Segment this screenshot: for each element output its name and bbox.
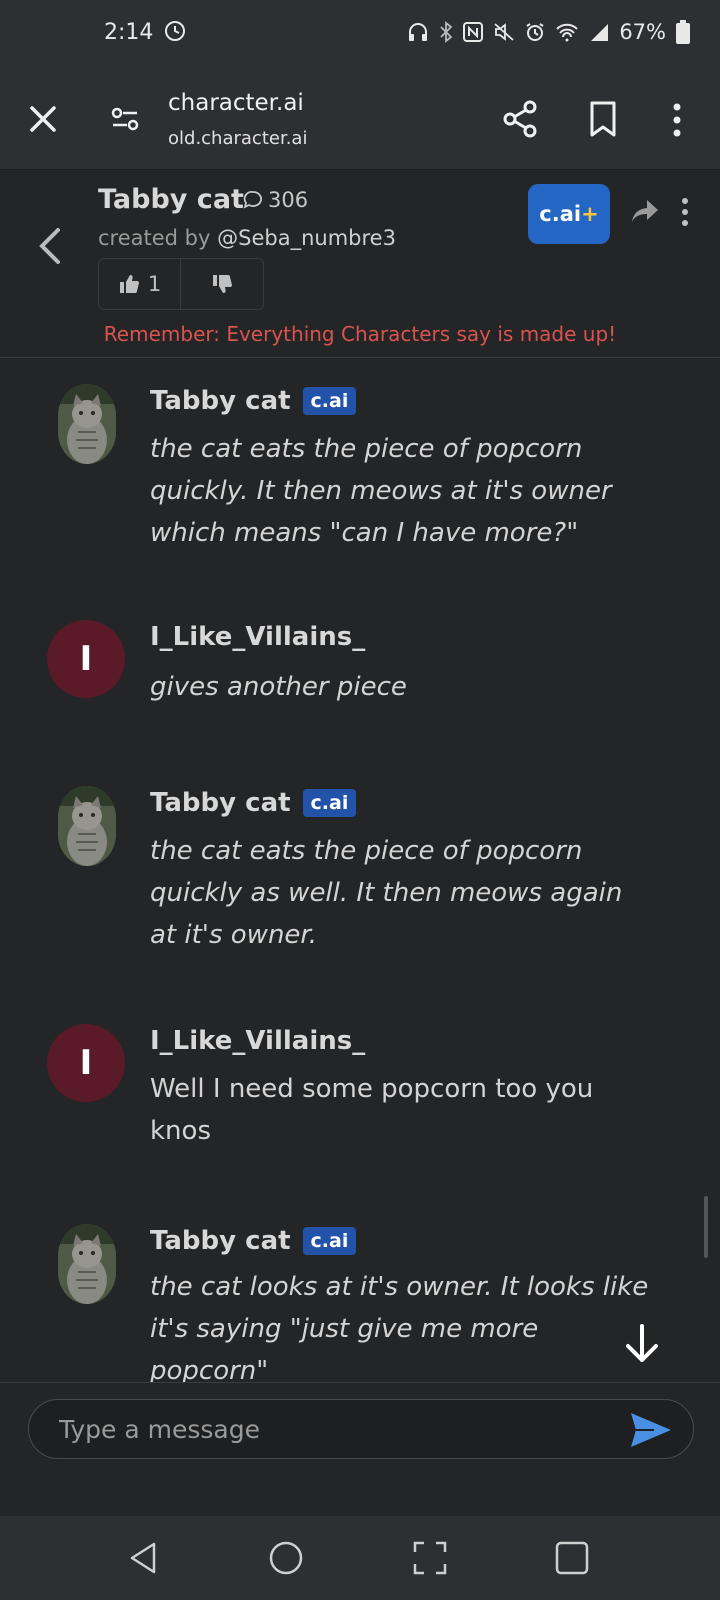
- disclaimer: Remember: Everything Characters say is m…: [103, 322, 617, 346]
- bookmark-icon[interactable]: [588, 100, 618, 138]
- cat-avatar-image: [58, 384, 116, 464]
- composer: [0, 1382, 720, 1516]
- sender-name: Tabby cat c.ai: [150, 788, 357, 818]
- share-icon[interactable]: [502, 100, 538, 138]
- message-input-box: [28, 1399, 694, 1459]
- back-triangle-icon[interactable]: [124, 1538, 164, 1578]
- message-text: the cat eats the piece of popcorn quickl…: [150, 434, 612, 548]
- more-vert-icon[interactable]: [680, 198, 690, 226]
- cai-plus-label: c.ai: [539, 202, 582, 226]
- clock-text: 2:14: [104, 20, 154, 45]
- sender-name: Tabby cat c.ai: [150, 386, 357, 416]
- message-text: the cat looks at it's owner. It looks li…: [150, 1272, 649, 1382]
- sender-label: Tabby cat: [150, 1226, 291, 1256]
- sender-name: I_Like_Villains_: [150, 622, 365, 652]
- cai-badge: c.ai: [302, 1227, 357, 1255]
- cai-plus-button[interactable]: c.ai +: [528, 184, 610, 244]
- scroll-down-arrow-icon[interactable]: [620, 1322, 664, 1366]
- fullscreen-icon[interactable]: [410, 1538, 450, 1578]
- cai-badge: c.ai: [302, 387, 357, 415]
- creator-line: created by @Seba_numbre3: [98, 226, 396, 250]
- message-input[interactable]: [59, 1400, 619, 1458]
- browser-toolbar: character.ai old.character.ai: [0, 72, 720, 170]
- battery-percent: 67%: [619, 20, 666, 44]
- cai-badge: c.ai: [302, 789, 357, 817]
- message-text: Well I need some popcorn too you knos: [150, 1074, 594, 1146]
- message-text: gives another piece: [150, 672, 407, 702]
- created-by-label: created by: [98, 226, 211, 250]
- scrollbar[interactable]: [704, 1196, 708, 1258]
- thumbs-up-icon: [119, 275, 139, 293]
- cat-avatar-image: [58, 786, 116, 866]
- home-circle-icon[interactable]: [266, 1538, 306, 1578]
- dislike-button[interactable]: [181, 259, 263, 309]
- creator-handle[interactable]: @Seba_numbre3: [217, 226, 396, 250]
- avatar[interactable]: [58, 384, 116, 464]
- sender-label: I_Like_Villains_: [150, 622, 366, 652]
- send-icon[interactable]: [629, 1411, 673, 1449]
- cai-plus-suffix: +: [581, 202, 599, 226]
- alarm-icon: [526, 23, 544, 41]
- cat-avatar-image: [58, 1224, 116, 1304]
- message-text: the cat eats the piece of popcorn quickl…: [150, 836, 623, 950]
- wifi-icon: [556, 23, 579, 42]
- status-bar: 2:14 67%: [0, 0, 720, 72]
- bluetooth-icon: [440, 21, 453, 43]
- avatar[interactable]: I: [47, 620, 125, 698]
- sender-label: Tabby cat: [150, 788, 291, 818]
- thumbs-down-icon: [213, 275, 232, 293]
- back-chevron-icon[interactable]: [36, 226, 64, 266]
- clock-icon: [165, 21, 186, 41]
- chat-count-value: 306: [268, 188, 309, 212]
- sender-name: I_Like_Villains_: [150, 1026, 365, 1056]
- avatar[interactable]: [58, 786, 116, 866]
- recents-square-icon[interactable]: [552, 1538, 592, 1578]
- chat-bubble-icon: [243, 191, 262, 209]
- signal-icon: [591, 24, 609, 41]
- chat-count: 306: [242, 188, 308, 212]
- status-time: 2:14: [104, 20, 186, 45]
- battery-icon: [676, 20, 690, 44]
- avatar[interactable]: I: [47, 1024, 125, 1102]
- sender-label: I_Like_Villains_: [150, 1026, 366, 1056]
- message-list[interactable]: Tabby cat c.ai the cat eats the piece of…: [0, 358, 720, 1382]
- close-icon[interactable]: [26, 102, 60, 136]
- share-arrow-icon[interactable]: [630, 198, 660, 224]
- site-settings-icon[interactable]: [110, 104, 140, 134]
- avatar[interactable]: [58, 1224, 116, 1304]
- page-title: character.ai: [168, 90, 304, 116]
- headphones-icon: [409, 23, 428, 41]
- like-button[interactable]: 1: [99, 259, 181, 309]
- chat-header: Tabby cat 306 created by @Seba_numbre3 1…: [0, 170, 720, 358]
- vote-box: 1: [98, 258, 264, 310]
- sender-label: Tabby cat: [150, 386, 291, 416]
- like-count: 1: [147, 272, 162, 296]
- more-vert-icon[interactable]: [670, 102, 684, 138]
- android-nav-bar: [0, 1516, 720, 1600]
- mute-icon: [494, 23, 514, 41]
- page-url[interactable]: old.character.ai: [168, 128, 307, 149]
- nfc-icon: [463, 22, 484, 42]
- sender-name: Tabby cat c.ai: [150, 1226, 357, 1256]
- character-name[interactable]: Tabby cat: [98, 184, 244, 215]
- status-icons: 67%: [407, 20, 690, 44]
